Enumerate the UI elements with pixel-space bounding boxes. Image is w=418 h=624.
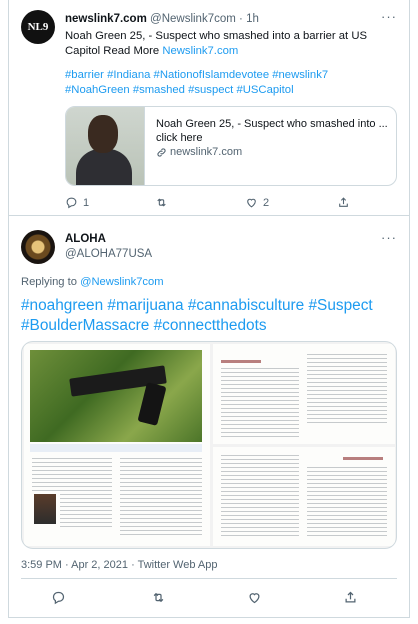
text-column [221, 368, 299, 438]
section-heading-bar [343, 457, 383, 460]
link-icon [157, 147, 166, 157]
magazine-page-right-bottom [213, 447, 395, 546]
replying-prefix: Replying to [21, 276, 81, 288]
share-action[interactable] [343, 590, 358, 605]
magazine-page-left [24, 344, 210, 546]
card-domain-row: newslink7.com [156, 145, 388, 159]
share-icon [345, 591, 356, 603]
tweet-text[interactable]: #noahgreen #marijuana #cannabisculture #… [21, 296, 401, 336]
link-card[interactable]: Noah Green 25, - Suspect who smashed int… [65, 106, 397, 186]
card-domain: newslink7.com [170, 146, 243, 158]
share-action[interactable] [337, 196, 350, 209]
tweet-timestamp[interactable]: 3:59 PM · Apr 2, 2021 · Twitter Web App [21, 559, 217, 571]
text-column [32, 458, 112, 492]
thumbnail-figure-head [88, 115, 118, 153]
like-action[interactable] [247, 590, 262, 605]
tweet-text: Noah Green 25, - Suspect who smashed int… [65, 29, 395, 58]
avatar[interactable] [21, 230, 55, 264]
tweet-header: ALOHA @ALOHA77USA [65, 233, 152, 260]
card-thumbnail [66, 107, 145, 185]
text-column [307, 467, 387, 539]
tweet-media[interactable] [21, 341, 397, 549]
more-dots-icon[interactable]: ··· [381, 9, 397, 24]
reply-count: 1 [83, 196, 90, 209]
reply-action[interactable] [51, 590, 66, 605]
tweet-header: newslink7.com @Newslink7com · 1h [65, 13, 259, 25]
text-column [307, 354, 387, 424]
tweet-hashtags[interactable]: #barrier #Indiana #NationofIslamdevotee … [65, 68, 395, 97]
quoted-tweet[interactable]: NL9 newslink7.com @Newslink7com · 1h ···… [9, 0, 409, 216]
pistol-grip-shape [137, 382, 167, 426]
more-dots-icon[interactable]: ··· [381, 230, 397, 245]
like-action[interactable]: 2 [245, 196, 269, 209]
replying-to: Replying to @Newslink7com [21, 276, 164, 288]
section-heading-bar [221, 360, 261, 363]
heart-icon [249, 593, 260, 604]
avatar-logo-text: NL9 [27, 21, 49, 33]
tweet-actions [21, 590, 397, 608]
text-column [60, 494, 112, 530]
card-body: Noah Green 25, - Suspect who smashed int… [145, 107, 388, 185]
reply-icon [52, 591, 65, 605]
thumbnail-figure-body [76, 149, 132, 185]
author-headshot [34, 494, 56, 524]
separator-dot: · [239, 13, 243, 25]
handle[interactable]: @ALOHA77USA [65, 248, 152, 260]
display-name[interactable]: newslink7.com [65, 13, 147, 25]
text-column [120, 458, 202, 538]
heart-icon [247, 198, 256, 208]
photo-caption-band [30, 444, 202, 452]
retweet-action[interactable] [155, 196, 173, 209]
gun-on-leaves-photo [30, 350, 202, 442]
retweet-icon [153, 592, 164, 603]
replying-to-handle[interactable]: @Newslink7com [80, 276, 163, 288]
tweet-time[interactable]: 1h [246, 13, 259, 25]
reply-icon [66, 197, 77, 209]
share-icon [339, 197, 348, 207]
reply-action[interactable]: 1 [65, 196, 89, 209]
avatar[interactable]: NL9 [21, 10, 55, 44]
display-name[interactable]: ALOHA [65, 233, 106, 245]
card-title: Noah Green 25, - Suspect who smashed int… [156, 118, 388, 130]
like-count: 2 [263, 196, 270, 209]
tweet-thread: NL9 newslink7.com @Newslink7com · 1h ···… [8, 0, 410, 618]
retweet-action[interactable] [151, 590, 166, 605]
retweet-icon [157, 198, 166, 207]
divider [21, 578, 397, 579]
card-description: click here [156, 132, 203, 144]
text-column [221, 455, 299, 539]
magazine-page-right-top [213, 344, 395, 444]
tweet-link[interactable]: Newslink7.com [162, 45, 238, 57]
handle[interactable]: @Newslink7com [150, 13, 236, 25]
